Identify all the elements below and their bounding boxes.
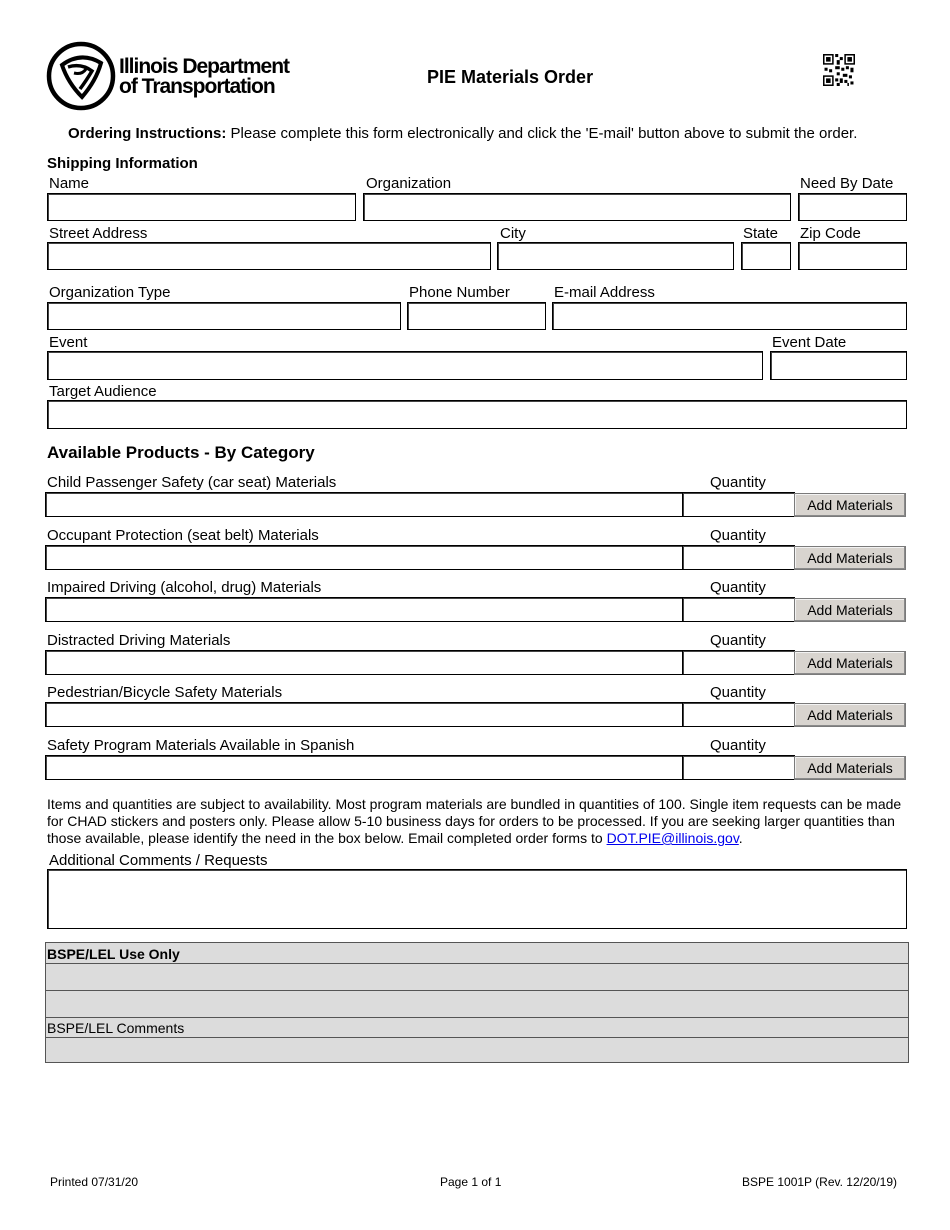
logo-text-line1: Illinois Department — [119, 55, 290, 78]
need-by-date-field[interactable] — [798, 193, 907, 221]
state-label: State — [743, 225, 779, 242]
city-label: City — [500, 225, 526, 242]
product-category-label: Impaired Driving (alcohol, drug) Materia… — [47, 579, 322, 596]
product-category-label: Distracted Driving Materials — [47, 632, 231, 649]
quantity-field[interactable] — [682, 597, 795, 622]
street-address-field[interactable] — [47, 242, 491, 270]
product-category-label: Occupant Protection (seat belt) Material… — [47, 527, 319, 544]
event-field[interactable] — [47, 351, 763, 380]
office-use-comments-label: BSPE/LEL Comments — [47, 1020, 185, 1036]
event-date-field[interactable] — [770, 351, 907, 380]
shipping-heading: Shipping Information — [47, 155, 198, 172]
additional-comments-field[interactable] — [47, 869, 907, 929]
office-use-comments-label-row: BSPE/LEL Comments — [46, 1018, 908, 1038]
street-address-label: Street Address — [49, 225, 148, 242]
product-category-label: Pedestrian/Bicycle Safety Materials — [47, 684, 283, 701]
pie-email-link[interactable]: DOT.PIE@illinois.gov — [607, 830, 739, 846]
zip-code-field[interactable] — [798, 242, 907, 270]
qr-code-icon — [823, 54, 855, 86]
logo-text-line2: of Transportation — [119, 75, 276, 98]
add-materials-button[interactable]: Add Materials — [794, 598, 906, 622]
availability-notice-trailing: . — [738, 830, 743, 846]
email-address-field[interactable] — [552, 302, 907, 330]
quantity-label: Quantity — [710, 474, 766, 491]
city-field[interactable] — [497, 242, 734, 270]
office-use-field-2[interactable] — [46, 991, 908, 1018]
name-field[interactable] — [47, 193, 356, 221]
add-materials-button[interactable]: Add Materials — [794, 651, 906, 675]
quantity-label: Quantity — [710, 579, 766, 596]
organization-type-label: Organization Type — [49, 284, 171, 301]
office-use-field-1[interactable] — [46, 964, 908, 991]
phone-number-field[interactable] — [407, 302, 546, 330]
organization-type-field[interactable] — [47, 302, 401, 330]
product-category-label: Child Passenger Safety (car seat) Materi… — [47, 474, 337, 491]
office-use-heading-row: BSPE/LEL Use Only — [46, 943, 908, 964]
availability-notice: Items and quantities are subject to avai… — [47, 796, 909, 847]
quantity-label: Quantity — [710, 684, 766, 701]
quantity-field[interactable] — [682, 702, 795, 727]
footer-form-id: BSPE 1001P (Rev. 12/20/19) — [742, 1175, 897, 1189]
event-label: Event — [49, 334, 88, 351]
target-audience-field[interactable] — [47, 400, 907, 429]
product-selection-field[interactable] — [45, 492, 683, 517]
office-use-section: BSPE/LEL Use Only BSPE/LEL Comments — [45, 942, 909, 1063]
product-selection-field[interactable] — [45, 545, 683, 570]
add-materials-button[interactable]: Add Materials — [794, 493, 906, 517]
ordering-instructions-text: Please complete this form electronically… — [226, 125, 858, 142]
idot-tri-loop-logo-icon — [46, 41, 116, 111]
products-heading: Available Products - By Category — [47, 443, 315, 462]
add-materials-button[interactable]: Add Materials — [794, 756, 906, 780]
ordering-instructions: Ordering Instructions: Please complete t… — [68, 125, 857, 142]
state-field[interactable] — [741, 242, 791, 270]
footer-printed-date: Printed 07/31/20 — [50, 1175, 139, 1189]
quantity-label: Quantity — [710, 737, 766, 754]
product-selection-field[interactable] — [45, 702, 683, 727]
quantity-field[interactable] — [682, 545, 795, 570]
quantity-field[interactable] — [682, 492, 795, 517]
quantity-label: Quantity — [710, 632, 766, 649]
product-selection-field[interactable] — [45, 650, 683, 675]
zip-code-label: Zip Code — [800, 225, 861, 242]
add-materials-button[interactable]: Add Materials — [794, 703, 906, 727]
quantity-field[interactable] — [682, 650, 795, 675]
organization-field[interactable] — [363, 193, 791, 221]
target-audience-label: Target Audience — [49, 383, 157, 400]
email-address-label: E-mail Address — [554, 284, 655, 301]
office-use-heading: BSPE/LEL Use Only — [47, 946, 180, 962]
organization-label: Organization — [366, 175, 452, 192]
quantity-label: Quantity — [710, 527, 766, 544]
availability-notice-text: Items and quantities are subject to avai… — [47, 796, 902, 846]
product-selection-field[interactable] — [45, 755, 683, 780]
add-materials-button[interactable]: Add Materials — [794, 546, 906, 570]
ordering-instructions-label: Ordering Instructions: — [68, 125, 227, 142]
product-category-label: Safety Program Materials Available in Sp… — [47, 737, 355, 754]
additional-comments-label: Additional Comments / Requests — [49, 852, 268, 869]
need-by-date-label: Need By Date — [800, 175, 894, 192]
page-title: PIE Materials Order — [427, 67, 594, 87]
quantity-field[interactable] — [682, 755, 795, 780]
event-date-label: Event Date — [772, 334, 847, 351]
footer-page-number: Page 1 of 1 — [440, 1175, 502, 1189]
name-label: Name — [49, 175, 90, 192]
product-selection-field[interactable] — [45, 597, 683, 622]
idot-logo: Illinois Department of Transportation — [46, 41, 298, 111]
office-use-comments-field[interactable] — [46, 1038, 908, 1063]
phone-number-label: Phone Number — [409, 284, 510, 301]
